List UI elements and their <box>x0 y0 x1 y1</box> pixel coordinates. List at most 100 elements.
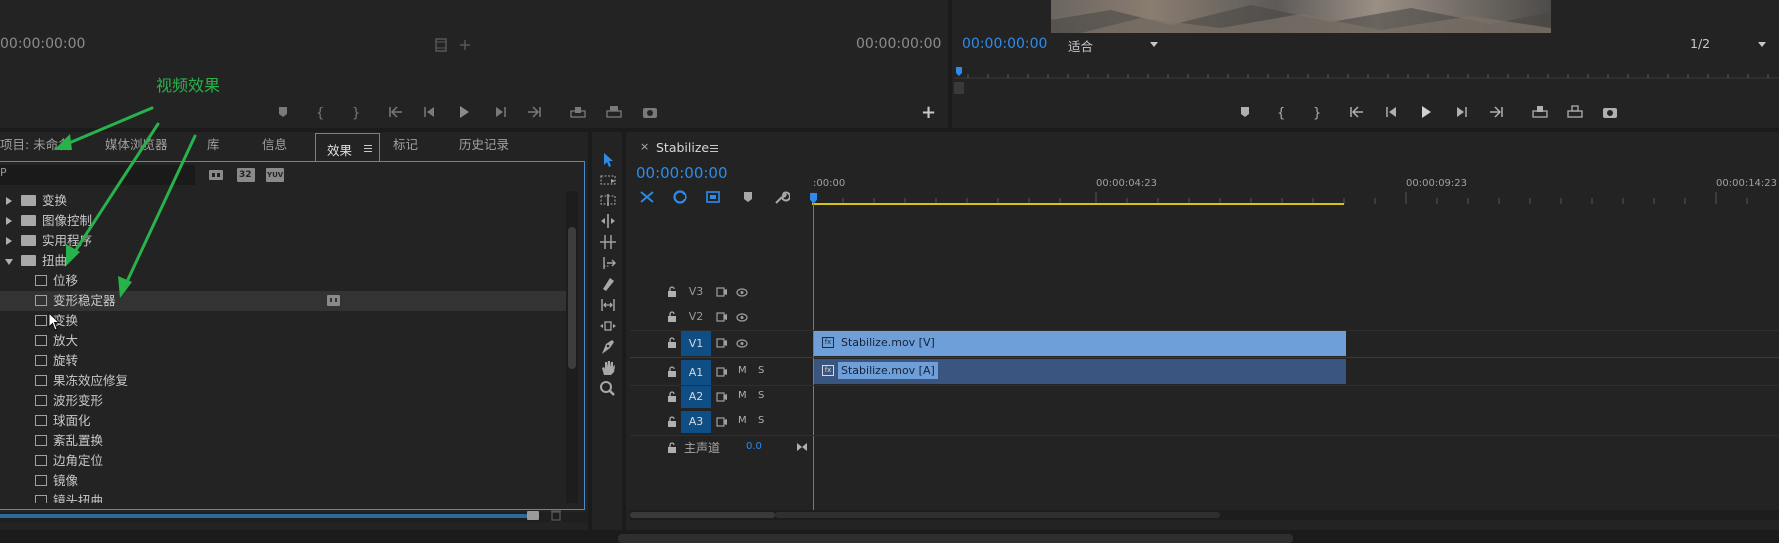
track-lock-icon[interactable] <box>666 286 678 298</box>
mark-out-icon[interactable]: } <box>346 103 366 121</box>
slip-tool-icon[interactable] <box>597 295 619 315</box>
program-time-ruler[interactable] <box>954 64 1779 80</box>
trash-icon[interactable] <box>550 509 562 521</box>
sync-lock-icon[interactable] <box>716 392 728 402</box>
timeline-time-ruler[interactable]: :00:00 00:00:04:23 00:00:09:23 00:00:14:… <box>812 176 1779 208</box>
fit-dropdown[interactable]: 适合 <box>1068 36 1178 56</box>
tree-effect-item[interactable]: 镜头扭曲 <box>0 491 566 503</box>
program-zoom-scroll[interactable] <box>954 82 964 94</box>
export-frame-icon[interactable] <box>1600 103 1620 121</box>
rolling-edit-tool-icon[interactable] <box>597 211 619 231</box>
mark-out-icon[interactable]: } <box>1307 103 1327 121</box>
track-target-a3[interactable]: A3 <box>681 411 711 433</box>
program-timecode[interactable]: 00:00:00:00 <box>962 36 1047 52</box>
mark-in-icon[interactable]: { <box>310 103 330 121</box>
add-marker-timeline-icon[interactable] <box>703 188 723 206</box>
snap-icon[interactable] <box>637 188 657 206</box>
master-volume-value[interactable]: 0.0 <box>746 441 762 452</box>
wrench-settings-icon[interactable] <box>771 188 791 206</box>
tree-effect-item[interactable]: 镜像 <box>0 471 566 491</box>
scrollbar-thumb[interactable] <box>568 227 576 369</box>
razor-tool-icon[interactable] <box>597 274 619 294</box>
go-to-end-icon[interactable] <box>796 441 808 453</box>
resolution-dropdown[interactable]: 1/2 <box>1690 36 1775 56</box>
mute-button[interactable]: M <box>738 390 747 401</box>
overwrite-clip-icon[interactable] <box>604 103 624 121</box>
insert-clip-icon[interactable] <box>568 103 588 121</box>
tab-effects[interactable]: 效果 <box>315 133 380 162</box>
rate-stretch-tool-icon[interactable] <box>597 232 619 252</box>
linked-selection-icon[interactable] <box>670 188 690 206</box>
hamburger-menu-icon[interactable] <box>710 145 718 152</box>
go-to-out-icon[interactable] <box>1486 103 1506 121</box>
insert-icon[interactable] <box>458 38 472 52</box>
step-back-icon[interactable] <box>420 103 440 121</box>
tree-effect-item[interactable]: 果冻效应修复 <box>0 371 566 391</box>
eye-icon[interactable] <box>736 339 748 348</box>
marker-icon[interactable] <box>738 188 758 206</box>
step-forward-icon[interactable] <box>1451 103 1471 121</box>
tree-effect-item[interactable]: 边角定位 <box>0 451 566 471</box>
selection-tool-icon[interactable] <box>597 150 619 170</box>
tree-effect-item[interactable]: 旋转 <box>0 351 566 371</box>
eye-icon[interactable] <box>736 313 748 322</box>
track-lock-icon[interactable] <box>666 311 678 323</box>
track-target-v2[interactable]: V2 <box>681 306 711 328</box>
effects-tree-scrollbar[interactable] <box>566 191 578 503</box>
mute-button[interactable]: M <box>738 415 747 426</box>
sync-lock-icon[interactable] <box>716 287 728 297</box>
slip-slide-tool-icon[interactable] <box>597 253 619 273</box>
track-lock-icon[interactable] <box>666 337 678 349</box>
mute-button[interactable]: M <box>738 365 747 376</box>
mark-in-icon[interactable]: { <box>1271 103 1291 121</box>
track-lock-icon[interactable] <box>666 416 678 428</box>
timeline-scroll-thumb-right[interactable] <box>775 512 1220 518</box>
new-bin-icon[interactable] <box>526 509 540 521</box>
extract-icon[interactable] <box>1565 103 1585 121</box>
go-to-in-icon[interactable] <box>386 103 406 121</box>
video-clip[interactable]: fx Stabilize.mov [V] <box>814 331 1346 356</box>
close-icon[interactable]: × <box>640 141 649 153</box>
lift-icon[interactable] <box>1530 103 1550 121</box>
track-lock-icon[interactable] <box>666 366 678 378</box>
sequence-tab-label[interactable]: Stabilize <box>656 140 709 155</box>
go-to-out-icon[interactable] <box>524 103 544 121</box>
tab-markers[interactable]: 标记 <box>393 130 418 160</box>
tree-effect-item[interactable]: 波形变形 <box>0 391 566 411</box>
step-back-icon[interactable] <box>1382 103 1402 121</box>
play-icon[interactable] <box>1416 103 1436 121</box>
pen-tool-icon[interactable] <box>597 337 619 357</box>
solo-button[interactable]: S <box>758 365 764 376</box>
track-target-a1[interactable]: A1 <box>681 360 711 385</box>
eye-icon[interactable] <box>736 288 748 297</box>
sync-lock-icon[interactable] <box>716 312 728 322</box>
sync-lock-icon[interactable] <box>716 417 728 427</box>
sync-lock-icon[interactable] <box>716 367 728 377</box>
audio-clip[interactable]: fx Stabilize.mov [A] <box>814 359 1346 384</box>
ripple-edit-tool-icon[interactable] <box>597 190 619 210</box>
go-to-in-icon[interactable] <box>1347 103 1367 121</box>
slide-tool-icon[interactable] <box>597 316 619 336</box>
sync-lock-icon[interactable] <box>716 338 728 348</box>
film-icon[interactable] <box>434 38 448 52</box>
solo-button[interactable]: S <box>758 415 764 426</box>
step-forward-icon[interactable] <box>490 103 510 121</box>
tree-effect-item[interactable]: 紊乱置换 <box>0 431 566 451</box>
add-marker-icon[interactable] <box>1235 103 1255 121</box>
solo-button[interactable]: S <box>758 390 764 401</box>
track-lock-icon[interactable] <box>666 442 678 454</box>
track-target-v3[interactable]: V3 <box>681 281 711 303</box>
tree-effect-item[interactable]: 放大 <box>0 331 566 351</box>
timeline-timecode[interactable]: 00:00:00:00 <box>636 164 728 182</box>
track-lock-icon[interactable] <box>666 391 678 403</box>
track-select-tool-icon[interactable] <box>597 170 619 190</box>
tree-effect-item[interactable]: 球面化 <box>0 411 566 431</box>
bottom-scroll-thumb[interactable] <box>618 534 1293 543</box>
tree-effect-item[interactable]: 变换 <box>0 311 566 331</box>
zoom-tool-icon[interactable] <box>597 379 619 399</box>
play-icon[interactable] <box>454 103 474 121</box>
track-target-v1[interactable]: V1 <box>681 331 711 356</box>
timeline-scroll-thumb[interactable] <box>630 512 775 518</box>
tab-history[interactable]: 历史记录 <box>459 130 509 160</box>
hand-tool-icon[interactable] <box>597 358 619 378</box>
